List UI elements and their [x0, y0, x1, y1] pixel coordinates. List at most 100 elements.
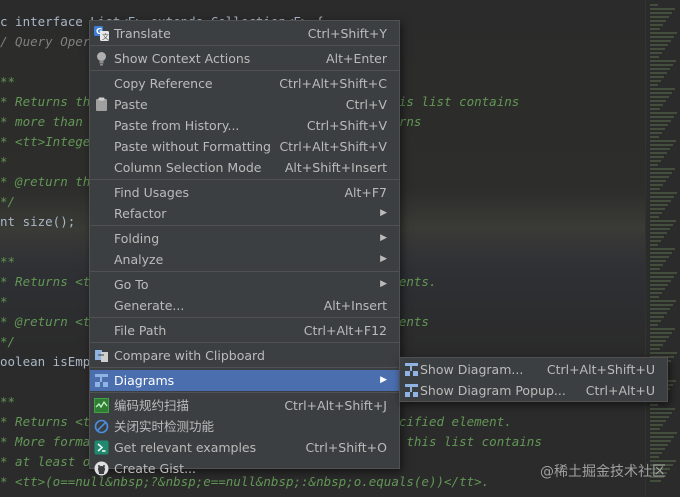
minimap-line [650, 116, 674, 118]
menu-item-label: Find Usages [114, 185, 190, 200]
lightbulb-icon [94, 51, 109, 66]
minimap-line [650, 420, 666, 422]
menu-item-file-path[interactable]: File Path Ctrl+Alt+F12 [90, 320, 399, 341]
minimap-line [650, 20, 666, 22]
minimap-line [650, 140, 676, 142]
github-icon [94, 461, 109, 476]
minimap-line [650, 332, 672, 334]
minimap-line [650, 76, 664, 78]
menu-item-get-relevant-examples[interactable]: Get relevant examples Ctrl+Shift+O [90, 437, 399, 458]
minimap-line [650, 196, 674, 198]
menu-item-analyze[interactable]: Analyze ▶ [90, 249, 399, 270]
menu-item-shortcut: Alt+Insert [323, 298, 387, 313]
minimap-line [650, 228, 670, 230]
menu-item-show-context-actions[interactable]: Show Context Actions Alt+Enter [90, 48, 399, 69]
menu-item-compare-with-clipboard[interactable]: Compare with Clipboard [90, 345, 399, 366]
menu-item-label: Show Diagram Popup... [420, 383, 566, 398]
minimap-line [650, 32, 677, 34]
menu-item-show-diagram-popup[interactable]: Show Diagram Popup... Ctrl+Alt+U [400, 380, 667, 401]
menu-item-go-to[interactable]: Go To ▶ [90, 274, 399, 295]
minimap-line [650, 436, 674, 438]
minimap-line [650, 28, 660, 30]
minimap-line [650, 292, 662, 294]
minimap-line [650, 40, 671, 42]
minimap-line [650, 84, 658, 86]
minimap-line [650, 328, 675, 330]
menu-item-label: Go To [114, 277, 149, 292]
examples-icon [94, 440, 109, 455]
menu-item-item[interactable]: 关闭实时检测功能 [90, 416, 399, 437]
scan-icon [94, 398, 109, 413]
menu-item-paste-without-formatting[interactable]: Paste without Formatting Ctrl+Alt+Shift+V [90, 136, 399, 157]
menu-item-label: Folding [114, 231, 160, 246]
block-icon [94, 419, 109, 434]
minimap-line [650, 256, 669, 258]
menu-separator [90, 392, 399, 393]
menu-item-shortcut: Ctrl+Alt+F12 [303, 323, 387, 338]
submenu-arrow-icon: ▶ [380, 208, 387, 218]
minimap-line [650, 216, 659, 218]
menu-item-show-diagram[interactable]: Show Diagram... Ctrl+Alt+Shift+U [400, 359, 667, 380]
menu-item-label: Paste without Formatting [114, 139, 271, 154]
minimap-line [650, 308, 670, 310]
minimap-line [650, 212, 662, 214]
minimap-line [650, 232, 667, 234]
menu-item-translate[interactable]: G 文 Translate Ctrl+Shift+Y [90, 23, 399, 44]
menu-item-shortcut: Ctrl+Alt+Shift+J [284, 398, 387, 413]
code-line: * [0, 154, 8, 169]
minimap-line [650, 48, 665, 50]
minimap-line [650, 12, 672, 14]
menu-item-find-usages[interactable]: Find Usages Alt+F7 [90, 182, 399, 203]
minimap-line [650, 316, 664, 318]
submenu-arrow-icon: ▶ [380, 233, 387, 243]
menu-separator [90, 342, 399, 343]
menu-item-paste[interactable]: Paste Ctrl+V [90, 94, 399, 115]
diagrams-submenu: Show Diagram... Ctrl+Alt+Shift+U Show Diag… [399, 357, 668, 402]
menu-item-label: Get relevant examples [114, 440, 257, 455]
minimap-line [650, 176, 669, 178]
code-line: nt size(); [0, 214, 76, 229]
menu-separator [90, 225, 399, 226]
submenu-arrow-icon: ▶ [380, 279, 387, 289]
minimap-line [650, 208, 665, 210]
minimap-line [650, 172, 672, 174]
minimap-line [650, 160, 661, 162]
minimap-line [650, 4, 658, 6]
menu-item-paste-from-history[interactable]: Paste from History... Ctrl+Shift+V [90, 115, 399, 136]
minimap-line [650, 56, 659, 58]
menu-item-refactor[interactable]: Refactor ▶ [90, 203, 399, 224]
menu-item-generate[interactable]: Generate... Alt+Insert [90, 295, 399, 316]
menu-item-shortcut: Ctrl+Alt+U [585, 383, 655, 398]
minimap-line [650, 204, 668, 206]
minimap-line [650, 148, 670, 150]
menu-item-item[interactable]: 编码规约扫描 Ctrl+Alt+Shift+J [90, 395, 399, 416]
minimap-line [650, 156, 664, 158]
minimap-line [650, 60, 676, 62]
minimap-line [650, 444, 668, 446]
menu-item-folding[interactable]: Folding ▶ [90, 228, 399, 249]
menu-item-shortcut: Alt+F7 [344, 185, 387, 200]
minimap-line [650, 144, 673, 146]
svg-text:文: 文 [102, 32, 109, 41]
menu-item-create-gist[interactable]: Create Gist... [90, 458, 399, 479]
menu-item-diagrams[interactable]: Diagrams ▶ [90, 370, 399, 391]
menu-item-label: Column Selection Mode [114, 160, 262, 175]
editor-minimap[interactable] [645, 0, 680, 497]
menu-item-label: Generate... [114, 298, 185, 313]
menu-separator [90, 367, 399, 368]
minimap-line [650, 324, 658, 326]
menu-item-copy-reference[interactable]: Copy Reference Ctrl+Alt+Shift+C [90, 73, 399, 94]
menu-item-column-selection-mode[interactable]: Column Selection Mode Alt+Shift+Insert [90, 157, 399, 178]
menu-item-label: Create Gist... [114, 461, 197, 476]
minimap-line [650, 404, 658, 406]
minimap-line [650, 424, 663, 426]
minimap-line [650, 448, 665, 450]
menu-separator [90, 45, 399, 46]
menu-item-label: Paste [114, 97, 148, 112]
menu-item-label: 编码规约扫描 [114, 398, 190, 413]
minimap-line [650, 112, 677, 114]
minimap-line [650, 152, 667, 154]
diagram-icon [94, 373, 109, 388]
menu-item-label: File Path [114, 323, 167, 338]
minimap-line [650, 68, 670, 70]
